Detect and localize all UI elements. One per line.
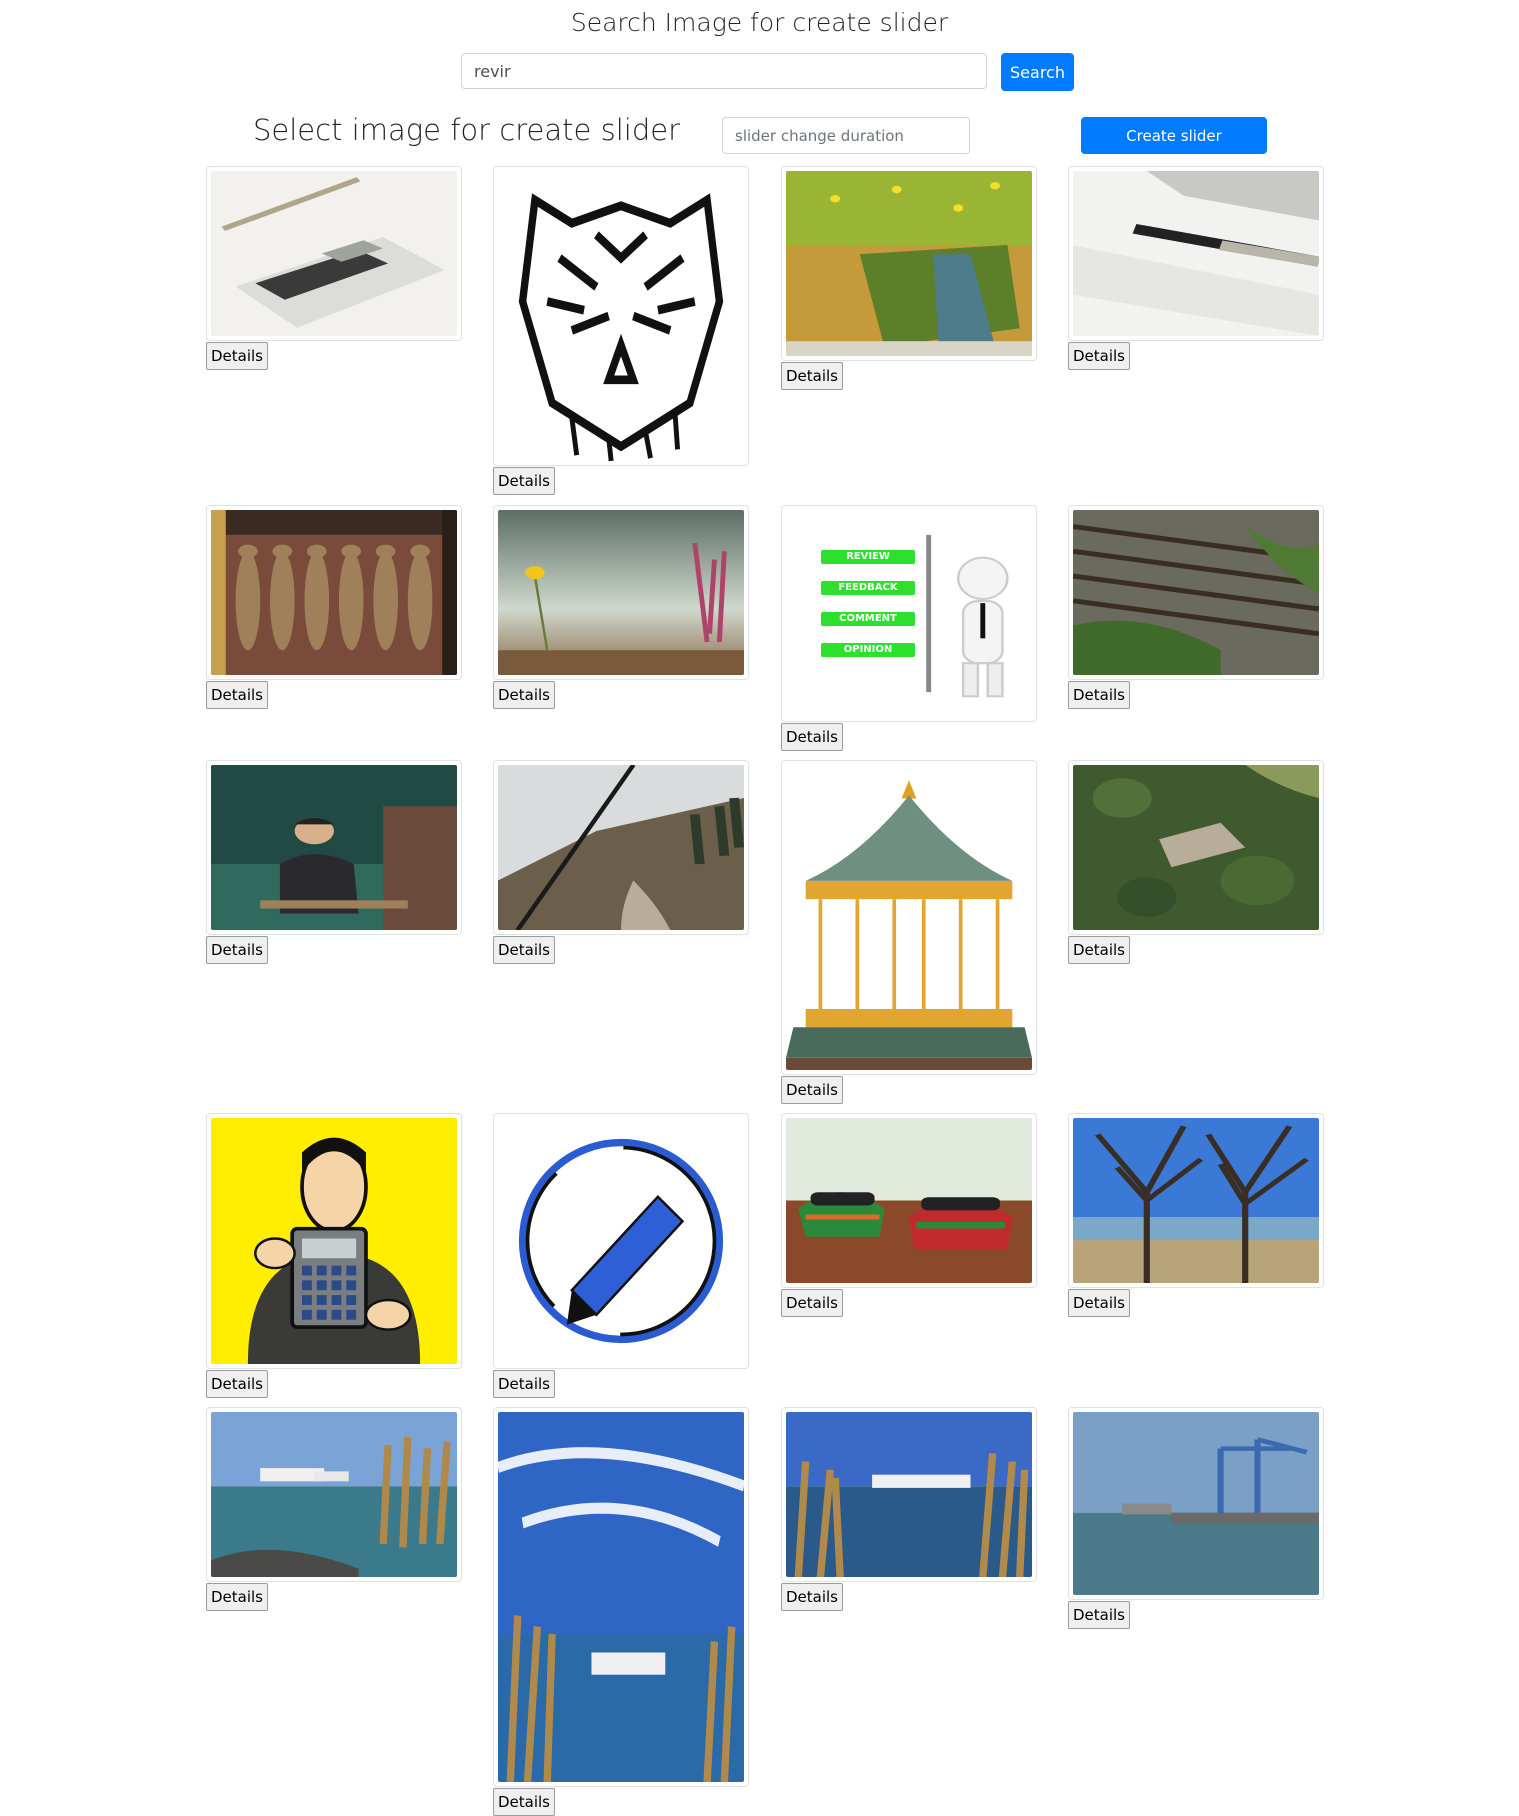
gallery-image[interactable] [1073, 510, 1319, 675]
details-button[interactable]: Details [781, 1583, 844, 1611]
page-title: Search Image for create slider [570, 8, 949, 37]
gallery-image-card[interactable] [781, 1113, 1037, 1288]
gallery-image-card[interactable] [781, 760, 1037, 1075]
gallery-image-card[interactable] [1068, 166, 1324, 341]
signpost-label: FEEDBACK [821, 581, 915, 595]
gallery-image-card[interactable] [1068, 760, 1324, 935]
details-button[interactable]: Details [206, 1370, 269, 1398]
gallery-image[interactable] [1073, 171, 1319, 336]
gallery-image[interactable] [211, 1118, 457, 1364]
gallery-image[interactable] [786, 171, 1032, 356]
details-button[interactable]: Details [781, 723, 844, 751]
signpost-label: OPINION [821, 643, 915, 657]
gallery-image[interactable] [211, 765, 457, 930]
gallery-image[interactable] [786, 765, 1032, 1070]
gallery-image-card[interactable] [1068, 1113, 1324, 1288]
gallery-image[interactable] [498, 171, 744, 461]
gallery-image-card[interactable] [206, 1407, 462, 1582]
gallery-image-card[interactable] [781, 166, 1037, 361]
gallery-image[interactable] [498, 765, 744, 930]
gallery-image[interactable] [786, 1118, 1032, 1283]
details-button[interactable]: Details [493, 681, 556, 709]
details-button[interactable]: Details [493, 936, 556, 964]
details-button[interactable]: Details [781, 1289, 844, 1317]
gallery-image[interactable] [1073, 765, 1319, 930]
details-button[interactable]: Details [493, 1370, 556, 1398]
gallery-image-card[interactable] [493, 166, 749, 466]
section-title: Select image for create slider [253, 113, 680, 147]
signpost-label: REVIEW [821, 550, 915, 564]
gallery-image-card[interactable] [493, 1407, 749, 1787]
gallery-image-card[interactable] [206, 1113, 462, 1369]
details-button[interactable]: Details [1068, 936, 1131, 964]
details-button[interactable]: Details [206, 681, 269, 709]
create-slider-button[interactable]: Create slider [1081, 117, 1267, 154]
details-button[interactable]: Details [781, 362, 844, 390]
gallery-image[interactable] [498, 510, 744, 675]
details-button[interactable]: Details [206, 936, 269, 964]
gallery-image[interactable] [498, 1118, 744, 1364]
details-button[interactable]: Details [1068, 1289, 1131, 1317]
details-button[interactable]: Details [206, 1583, 269, 1611]
gallery-image[interactable] [1073, 1118, 1319, 1283]
gallery-image[interactable] [1073, 1412, 1319, 1595]
gallery-image[interactable] [211, 1412, 457, 1577]
gallery-image-card[interactable] [206, 760, 462, 935]
gallery-image[interactable] [211, 510, 457, 675]
gallery-image-card[interactable] [493, 1113, 749, 1369]
details-button[interactable]: Details [493, 467, 556, 495]
signpost-label: COMMENT [821, 612, 915, 626]
search-button[interactable]: Search [1001, 53, 1074, 91]
gallery-image-card[interactable] [206, 166, 462, 341]
details-button[interactable]: Details [493, 1788, 556, 1816]
gallery-image-card[interactable] [1068, 505, 1324, 680]
gallery-image-card[interactable] [493, 760, 749, 935]
slider-duration-input[interactable] [722, 117, 970, 154]
details-button[interactable]: Details [1068, 681, 1131, 709]
search-input[interactable] [461, 53, 987, 89]
gallery-image[interactable] [786, 1412, 1032, 1577]
gallery-image-card[interactable] [1068, 1407, 1324, 1600]
details-button[interactable]: Details [206, 342, 269, 370]
gallery-image[interactable] [211, 171, 457, 336]
gallery-image-card[interactable] [206, 505, 462, 680]
details-button[interactable]: Details [1068, 1601, 1131, 1629]
details-button[interactable]: Details [781, 1076, 844, 1104]
gallery-image-card[interactable] [781, 1407, 1037, 1582]
gallery-image-card[interactable] [493, 505, 749, 680]
gallery-image[interactable] [498, 1412, 744, 1782]
details-button[interactable]: Details [1068, 342, 1131, 370]
